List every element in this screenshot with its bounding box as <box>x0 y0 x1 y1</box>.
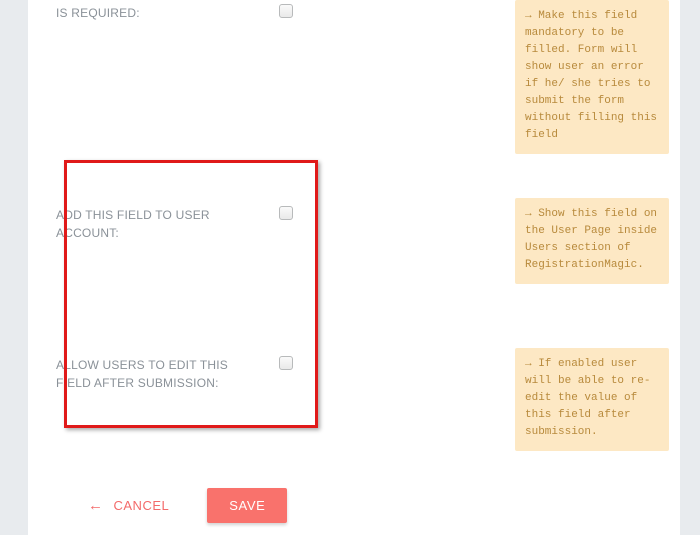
footer: ← CANCEL SAVE <box>82 488 287 523</box>
arrow-left-icon: ← <box>88 498 104 513</box>
allow-edit-help: → If enabled user will be able to re-edi… <box>515 348 669 451</box>
is-required-checkbox[interactable] <box>279 4 293 18</box>
is-required-label: IS REQUIRED: <box>56 4 256 22</box>
cancel-button[interactable]: ← CANCEL <box>82 490 175 521</box>
add-to-user-account-checkbox[interactable] <box>279 206 293 220</box>
settings-card: IS REQUIRED: → Make this field mandatory… <box>28 0 680 535</box>
add-to-user-account-help: → Show this field on the User Page insid… <box>515 198 669 284</box>
allow-edit-label: ALLOW USERS TO EDIT THIS FIELD AFTER SUB… <box>56 356 256 392</box>
add-to-user-account-label: ADD THIS FIELD TO USER ACCOUNT: <box>56 206 256 242</box>
cancel-label: CANCEL <box>114 498 170 513</box>
is-required-help: → Make this field mandatory to be filled… <box>515 0 669 154</box>
save-button[interactable]: SAVE <box>207 488 287 523</box>
allow-edit-checkbox[interactable] <box>279 356 293 370</box>
